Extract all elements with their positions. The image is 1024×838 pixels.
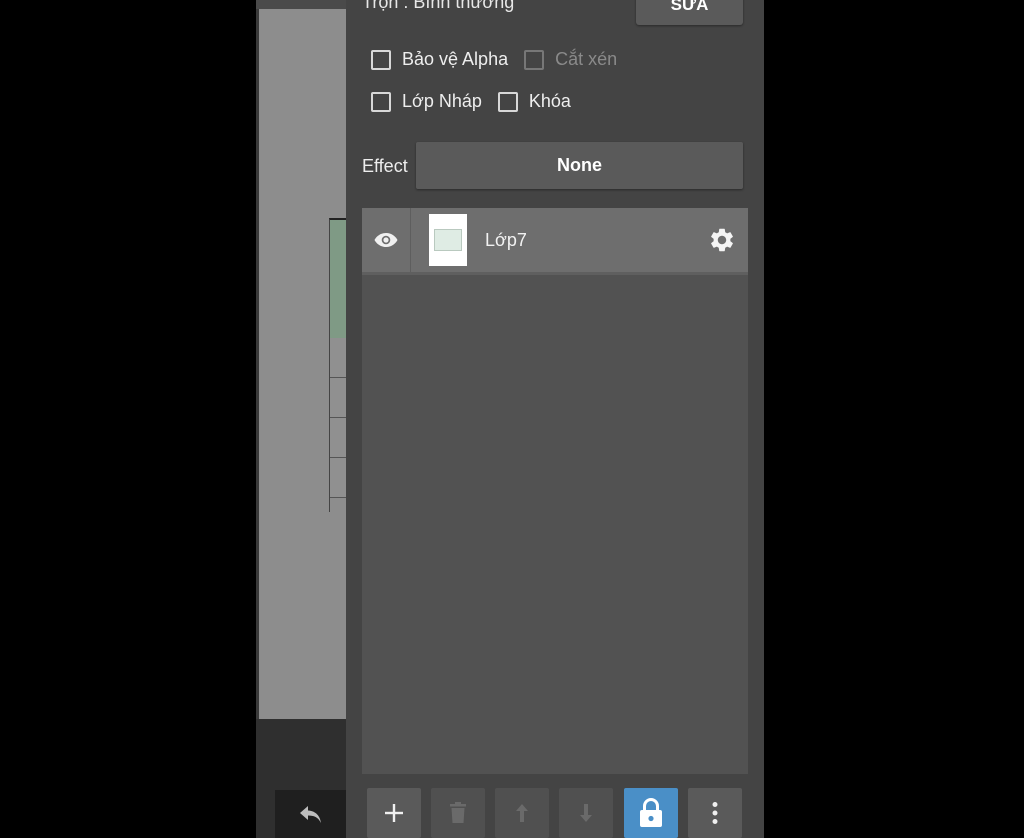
checkbox-box[interactable] [497, 91, 518, 112]
blend-mode-label[interactable]: Trộn : Bình thường [362, 0, 514, 13]
layer-panel: Trộn : Bình thường SỬA Bảo vệ Alpha Cắt … [346, 0, 764, 838]
arrow-up-icon [516, 804, 528, 822]
move-layer-down-button[interactable] [559, 788, 613, 838]
layer-list[interactable]: Lớp7 [362, 208, 748, 774]
checkbox-box[interactable] [371, 91, 391, 112]
undo-icon [299, 806, 321, 823]
layer-row[interactable]: Lớp7 [362, 208, 748, 275]
lock-label: Khóa [528, 91, 571, 111]
canvas-top-bar [256, 0, 346, 9]
artwork-cell [330, 338, 347, 378]
arrow-down-icon [580, 804, 592, 822]
effect-label: Effect [362, 156, 408, 176]
delete-layer-button[interactable] [431, 788, 485, 838]
move-layer-up-button[interactable] [495, 788, 549, 838]
gear-icon [711, 228, 733, 252]
clipping-checkbox: Cắt xén [524, 49, 617, 70]
lock-layer-button[interactable] [624, 788, 678, 838]
edit-button[interactable]: SỬA [636, 0, 743, 25]
checkbox-box [524, 49, 545, 70]
canvas-area[interactable] [256, 0, 347, 838]
eye-icon [374, 233, 398, 247]
artwork-cell [330, 378, 347, 418]
layer-thumbnail[interactable] [429, 214, 467, 266]
lock-checkbox[interactable]: Khóa [497, 91, 571, 112]
thumbnail-content [434, 229, 462, 251]
protect-alpha-label: Bảo vệ Alpha [402, 49, 509, 69]
protect-alpha-checkbox[interactable]: Bảo vệ Alpha [371, 49, 508, 70]
draft-layer-label: Lớp Nháp [402, 91, 482, 111]
effect-button[interactable]: None [416, 142, 743, 189]
artwork-cell [330, 418, 347, 458]
checkbox-row-2: Lớp Nháp Khóa [371, 91, 587, 112]
canvas-artwork [329, 218, 347, 512]
layer-settings-button[interactable] [706, 224, 738, 256]
lock-icon [640, 798, 662, 827]
draft-layer-checkbox[interactable]: Lớp Nháp [371, 91, 482, 112]
clipping-label: Cắt xén [555, 49, 618, 69]
plus-icon [385, 804, 403, 822]
visibility-toggle[interactable] [362, 208, 411, 272]
trash-icon [450, 802, 466, 823]
artwork-cell [330, 458, 347, 498]
app-screen: Trộn : Bình thường SỬA Bảo vệ Alpha Cắt … [256, 0, 764, 838]
more-vertical-icon [712, 802, 718, 824]
checkbox-box[interactable] [371, 49, 391, 70]
artwork-green-block [330, 220, 347, 338]
checkbox-row-1: Bảo vệ Alpha Cắt xén [371, 49, 633, 70]
add-layer-button[interactable] [367, 788, 421, 838]
more-options-button[interactable] [688, 788, 742, 838]
layer-name: Lớp7 [485, 230, 527, 250]
undo-button[interactable] [275, 790, 346, 838]
